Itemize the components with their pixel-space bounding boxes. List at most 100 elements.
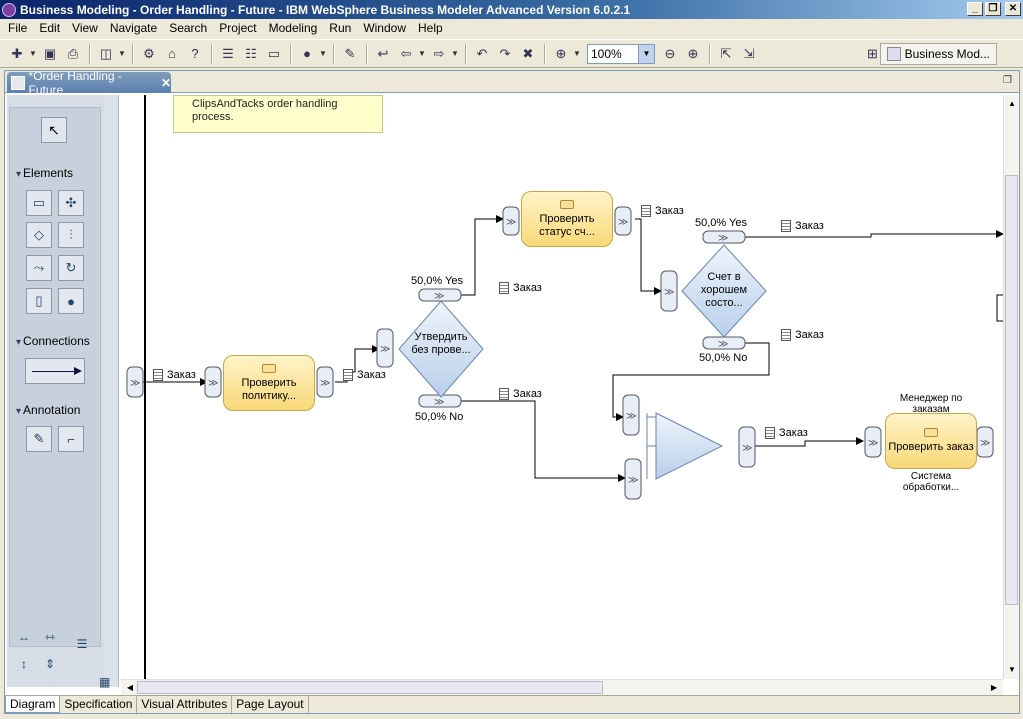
menu-window[interactable]: Window — [357, 19, 412, 38]
note-tool-icon[interactable]: ✎ — [26, 426, 52, 452]
back-arrow-icon[interactable]: ⇦ — [395, 43, 417, 65]
menu-project[interactable]: Project — [213, 19, 262, 38]
document-icon — [765, 427, 775, 439]
run-simulation-icon[interactable]: ● — [296, 43, 318, 65]
new-icon[interactable]: ✚ — [6, 43, 28, 65]
delete-icon[interactable]: ✖ — [517, 43, 539, 65]
svg-text:≫: ≫ — [980, 438, 990, 449]
grid-icon[interactable]: ▦ — [99, 675, 115, 691]
menu-help[interactable]: Help — [412, 19, 449, 38]
tab-diagram[interactable]: Diagram — [5, 696, 61, 713]
palette-scrollbar[interactable] — [104, 95, 118, 687]
diagram-canvas[interactable]: ≫ ≫ ≫ ≫ ≫ ≫ ≫ ≫ ≫ ≫ ≫ ≫ ≫ ≫ ≫ ≫ ClipsAndTacks orde… — [121, 95, 1003, 679]
data-label-text: Заказ — [655, 205, 684, 217]
connection-tool-icon[interactable] — [25, 358, 85, 384]
fit-width-icon[interactable]: ↔ — [15, 628, 33, 646]
menu-modeling[interactable]: Modeling — [263, 19, 324, 38]
shrink-vertical-icon[interactable]: ⇕ — [41, 655, 59, 673]
chevron-down-icon[interactable]: ▼ — [638, 44, 654, 63]
menu-view[interactable]: View — [66, 19, 104, 38]
palette-section-annotation[interactable]: Annotation — [16, 403, 80, 417]
tab-visual-attributes[interactable]: Visual Attributes — [137, 696, 233, 713]
menu-search[interactable]: Search — [163, 19, 213, 38]
layout-horizontal-icon[interactable]: ☰ — [217, 43, 239, 65]
vertical-scroll-thumb[interactable] — [1005, 175, 1018, 605]
list-layout-icon[interactable]: ☰ — [73, 635, 91, 653]
scroll-left-icon[interactable]: ◀ — [123, 681, 137, 695]
horizontal-scroll-thumb[interactable] — [137, 681, 603, 694]
minimize-button[interactable]: _ — [967, 2, 983, 16]
forward-dropdown-icon[interactable]: ▼ — [451, 49, 461, 58]
data-label-order: Заказ — [641, 205, 684, 217]
task-tool-icon[interactable]: ▭ — [26, 190, 52, 216]
palette-section-connections[interactable]: Connections — [16, 334, 90, 348]
task-check-policy[interactable]: Проверить политику... — [223, 355, 315, 411]
zoom-out-icon[interactable]: ⊖ — [659, 43, 681, 65]
help-icon[interactable]: ? — [184, 43, 206, 65]
stretch-vertical-icon[interactable]: ↕ — [15, 655, 33, 673]
edit-pencil-icon[interactable]: ✎ — [339, 43, 361, 65]
merge-shape[interactable] — [655, 412, 724, 480]
subprocess-tool-icon[interactable]: ✣ — [58, 190, 84, 216]
tab-specification[interactable]: Specification — [60, 696, 138, 713]
tab-order-handling-future[interactable]: *Order Handling - Future ✕ — [7, 69, 171, 97]
maximize-editor-icon[interactable]: ❐ — [1003, 75, 1015, 87]
palette-section-elements[interactable]: Elements — [16, 166, 73, 180]
svg-text:≫: ≫ — [320, 378, 330, 389]
vertical-scrollbar[interactable]: ▲ ▼ — [1003, 95, 1019, 679]
zoom-tool-dropdown-icon[interactable]: ▼ — [573, 49, 583, 58]
close-window-button[interactable]: ✕ — [1005, 2, 1021, 16]
tab-page-layout[interactable]: Page Layout — [232, 696, 309, 713]
branch-no-label: 50,0% No — [415, 411, 464, 423]
back-dropdown-icon[interactable]: ▼ — [418, 49, 428, 58]
new-folder-icon[interactable]: ⌂ — [161, 43, 183, 65]
zoom-tool-icon[interactable]: ⊕ — [550, 43, 572, 65]
new-process-icon[interactable]: ⚙ — [138, 43, 160, 65]
perspective-label: Business Mod... — [904, 47, 990, 61]
undo-icon[interactable]: ↶ — [471, 43, 493, 65]
scroll-right-icon[interactable]: ▶ — [987, 681, 1001, 695]
last-edit-icon[interactable]: ↩ — [372, 43, 394, 65]
fit-height-icon[interactable]: ⇿ — [41, 628, 59, 646]
zoom-in-icon[interactable]: ⊕ — [682, 43, 704, 65]
expand-icon[interactable]: ⇲ — [738, 43, 760, 65]
perspective-button[interactable]: Business Mod... — [879, 43, 997, 65]
zoom-level-select[interactable]: 100% ▼ — [587, 43, 655, 64]
scroll-down-icon[interactable]: ▼ — [1006, 663, 1018, 677]
collapse-icon[interactable]: ⇱ — [715, 43, 737, 65]
menu-navigate[interactable]: Navigate — [104, 19, 163, 38]
task-check-account-status[interactable]: Проверить статус сч... — [521, 191, 613, 247]
new-dropdown-icon[interactable]: ▼ — [29, 49, 39, 58]
menu-run[interactable]: Run — [323, 19, 357, 38]
stop-node-tool-icon[interactable]: ● — [58, 288, 84, 314]
palette-panel: ↖ Elements ▭ ✣ ◇ ⫶ ⤳ ↻ ▯ ● Connections A… — [9, 107, 101, 647]
loop-tool-icon[interactable]: ↻ — [58, 255, 84, 281]
annotation-connector-tool-icon[interactable]: ⌐ — [58, 426, 84, 452]
run-dropdown-icon[interactable]: ▼ — [319, 49, 329, 58]
forward-arrow-icon[interactable]: ⇨ — [428, 43, 450, 65]
document-icon — [499, 388, 509, 400]
repository-tool-icon[interactable]: ▯ — [26, 288, 52, 314]
process-note[interactable]: ClipsAndTacks order handling process. — [173, 95, 383, 133]
layout-vertical-icon[interactable]: ☷ — [240, 43, 262, 65]
merge-tool-icon[interactable]: ⤳ — [26, 255, 52, 281]
restore-button[interactable]: ❐ — [985, 2, 1001, 16]
menu-file[interactable]: File — [2, 19, 33, 38]
resource-label: Система обработки... — [902, 471, 960, 493]
publish-icon[interactable]: ◫ — [95, 43, 117, 65]
layout-window-icon[interactable]: ▭ — [263, 43, 285, 65]
menu-edit[interactable]: Edit — [33, 19, 66, 38]
data-label-order: Заказ — [499, 388, 542, 400]
task-check-order[interactable]: Проверить заказ — [885, 413, 977, 469]
decision-tool-icon[interactable]: ◇ — [26, 222, 52, 248]
fork-tool-icon[interactable]: ⫶ — [58, 222, 84, 248]
horizontal-scrollbar[interactable]: ◀ ▶ — [121, 679, 1003, 695]
redo-icon[interactable]: ↷ — [494, 43, 516, 65]
document-icon — [781, 220, 791, 232]
print-icon[interactable]: ⎙ — [62, 43, 84, 65]
publish-dropdown-icon[interactable]: ▼ — [118, 49, 128, 58]
selection-tool[interactable]: ↖ — [41, 117, 67, 143]
scroll-up-icon[interactable]: ▲ — [1006, 97, 1018, 111]
save-icon[interactable]: ▣ — [39, 43, 61, 65]
close-tab-icon[interactable]: ✕ — [161, 76, 171, 90]
